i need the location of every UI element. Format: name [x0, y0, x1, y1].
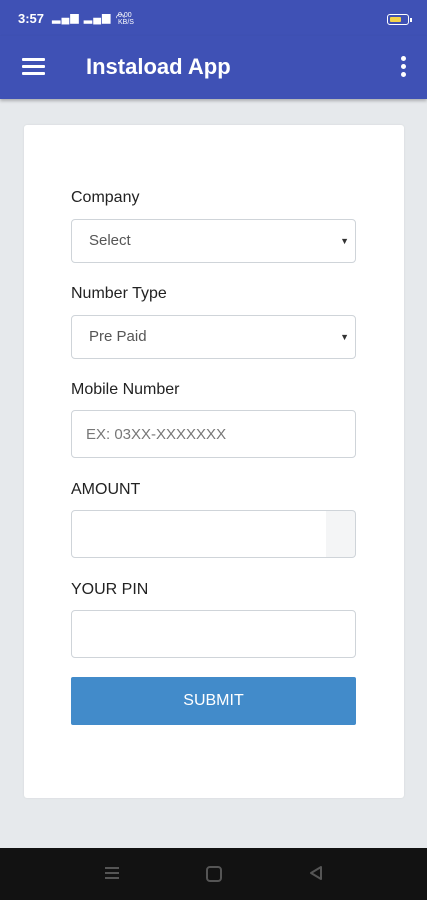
back-icon[interactable]	[308, 865, 324, 881]
number-type-select[interactable]: Pre Paid ▼	[71, 315, 356, 359]
pin-label: YOUR PIN	[71, 581, 149, 598]
signal-wifi-icons: ▂▄▆ ▂▄▆ ◠	[52, 12, 127, 24]
submit-button[interactable]: SUBMIT	[71, 677, 356, 725]
mobile-number-input[interactable]	[71, 410, 356, 458]
company-select-value: Select	[89, 232, 131, 249]
battery-icon	[387, 14, 412, 25]
dropdown-arrow-icon: ▼	[340, 332, 349, 342]
network-speed: 0.00 KB/S	[118, 12, 134, 26]
app-bar: Instaload App	[0, 36, 427, 99]
number-type-select-value: Pre Paid	[89, 328, 147, 345]
company-select[interactable]: Select ▼	[71, 219, 356, 263]
recents-icon[interactable]	[105, 867, 119, 879]
amount-input[interactable]	[71, 510, 327, 558]
dropdown-arrow-icon: ▼	[340, 236, 349, 246]
status-time: 3:57	[18, 11, 45, 26]
network-speed-unit: KB/S	[118, 19, 134, 26]
recharge-form-card: Company Select ▼ Number Type Pre Paid ▼ …	[24, 125, 404, 798]
menu-icon[interactable]	[22, 58, 46, 76]
app-title: Instaload App	[86, 54, 231, 79]
pin-input[interactable]	[71, 610, 356, 658]
navigation-bar	[0, 848, 427, 900]
mobile-number-label: Mobile Number	[71, 381, 180, 398]
network-speed-value: 0.00	[118, 12, 132, 19]
status-bar: 3:57 ▂▄▆ ▂▄▆ ◠ 0.00 KB/S	[0, 0, 427, 36]
home-icon[interactable]	[206, 866, 222, 882]
amount-addon	[326, 510, 356, 558]
amount-label: AMOUNT	[71, 481, 141, 498]
company-label: Company	[71, 189, 140, 206]
number-type-label: Number Type	[71, 285, 167, 302]
more-vert-icon[interactable]	[401, 56, 407, 78]
